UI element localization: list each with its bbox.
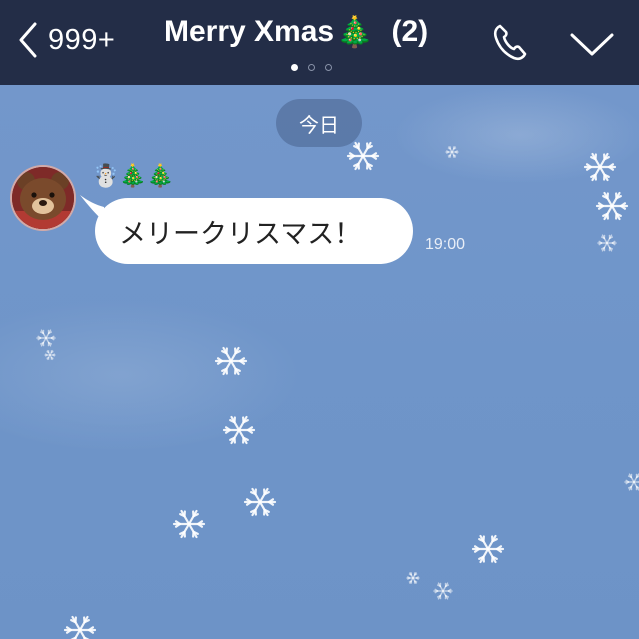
- chevron-left-icon: [19, 22, 37, 58]
- menu-toggle-button[interactable]: [568, 26, 616, 62]
- bear-avatar-icon: [12, 167, 74, 229]
- snowflake-icon: [243, 487, 277, 517]
- snowflake-icon: [406, 572, 420, 584]
- page-dot: [308, 64, 315, 71]
- back-button[interactable]: 999+: [18, 18, 115, 62]
- page-dot: [325, 64, 332, 71]
- snowflake-icon: [214, 346, 248, 376]
- sender-name: ☃️🎄🎄: [92, 163, 175, 188]
- snowflake-icon: [595, 191, 629, 221]
- snowflake-icon: [36, 329, 56, 347]
- message-text: メリークリスマス！: [119, 218, 362, 249]
- page-indicator: [291, 64, 332, 71]
- snowflake-icon: [445, 146, 459, 158]
- chat-title-text: Merry Xmas: [164, 15, 335, 48]
- unread-count: 999+: [48, 23, 116, 56]
- chevron-down-icon: [570, 33, 614, 56]
- snowflake-icon: [172, 509, 206, 539]
- snowflake-icon: [583, 152, 617, 182]
- snowflake-icon: [63, 615, 97, 639]
- snowflake-icon: [624, 473, 639, 491]
- snowflake-icon: [346, 141, 380, 171]
- chat-header: 999+ Merry Xmas 🎄 (2): [0, 0, 639, 85]
- snowflake-icon: [471, 534, 505, 564]
- member-count: (2): [391, 15, 429, 48]
- phone-icon: [493, 24, 527, 61]
- snowflake-icon: [222, 415, 256, 445]
- snowflake-icon: [597, 234, 617, 252]
- avatar[interactable]: [10, 165, 76, 231]
- page-dot-active: [291, 64, 298, 71]
- call-button[interactable]: [490, 20, 530, 64]
- snowflake-icon: [433, 582, 453, 600]
- message-bubble[interactable]: メリークリスマス！: [95, 198, 413, 264]
- snowflake-icon: [44, 349, 56, 361]
- message-time: 19:00: [425, 236, 466, 253]
- date-separator: 今日: [276, 99, 362, 147]
- chat-title[interactable]: Merry Xmas 🎄 (2): [164, 12, 428, 52]
- christmas-tree-icon: 🎄: [336, 15, 374, 49]
- chat-area[interactable]: 今日 ☃️🎄🎄 メリークリスマス！ 19:00: [0, 85, 639, 639]
